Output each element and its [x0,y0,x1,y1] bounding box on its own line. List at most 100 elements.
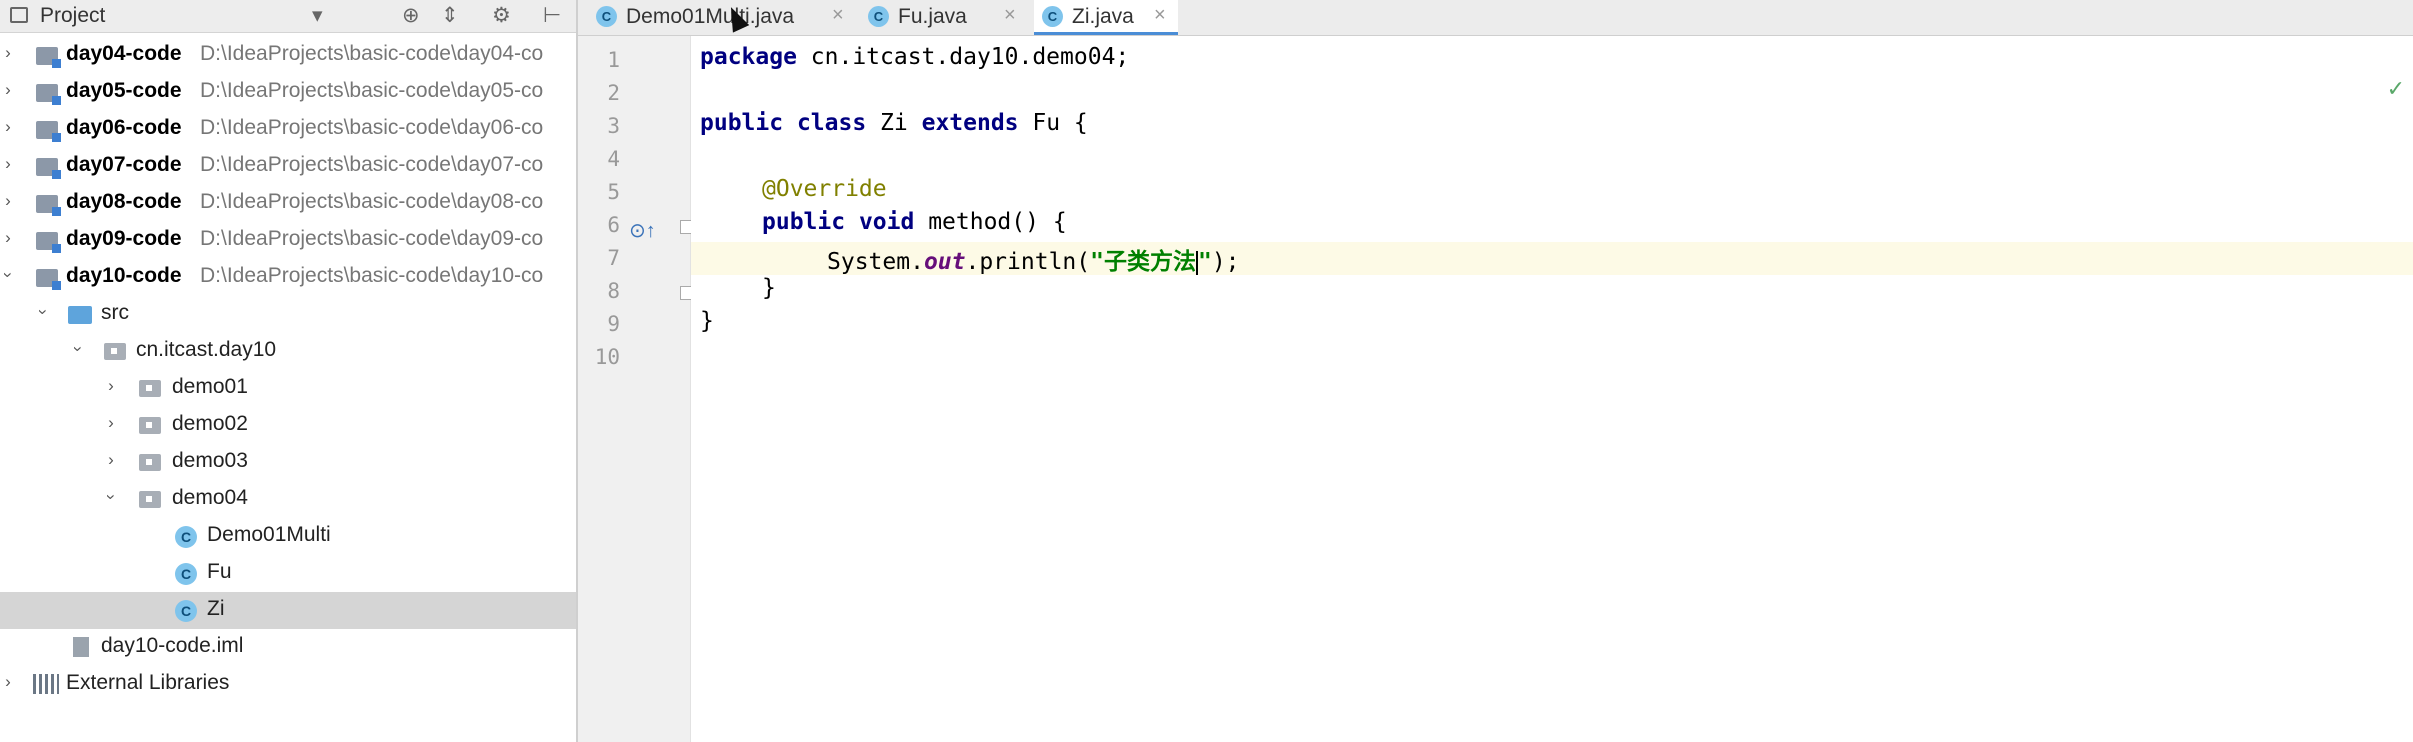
tree-item-package[interactable]: › cn.itcast.day10 [0,333,576,370]
target-icon[interactable]: ⊕ [402,3,420,28]
overrides-method-icon[interactable]: ⊙↑ [629,218,656,243]
close-icon[interactable]: × [832,4,844,27]
class-icon: C [868,6,889,27]
chevron-down-icon[interactable]: › [68,341,88,357]
tree-item-demo03[interactable]: › demo03 [0,444,576,481]
tree-item-class-fu[interactable]: C Fu [0,555,576,592]
module-name: day05-code [66,79,182,102]
chevron-right-icon[interactable]: › [103,376,119,396]
package-icon [139,454,161,471]
code-line: } [691,308,2413,341]
tree-item-day05-code[interactable]: › day05-code D:\IdeaProjects\basic-code\… [0,74,576,111]
tree-item-day07-code[interactable]: › day07-code D:\IdeaProjects\basic-code\… [0,148,576,185]
tree-item-day08-code[interactable]: › day08-code D:\IdeaProjects\basic-code\… [0,185,576,222]
module-name: day07-code [66,153,182,176]
code-text: public class Zi extends Fu { [700,110,1088,136]
module-name: day10-code [66,264,182,287]
gear-icon[interactable]: ⚙ [492,3,511,28]
module-icon [36,47,61,68]
keyword: package [700,44,797,70]
package-icon [104,343,126,360]
tree-item-label: cn.itcast.day10 [136,338,277,361]
tree-item-label: src [101,301,129,324]
chevron-right-icon[interactable]: › [0,43,16,63]
editor-gutter: 1 2 3 4 5 6 7 8 9 10 [578,36,694,742]
module-path: D:\IdeaProjects\basic-code\day10-co [200,264,544,287]
tree-item-day06-code[interactable]: › day06-code D:\IdeaProjects\basic-code\… [0,111,576,148]
class-icon: C [596,6,617,27]
chevron-right-icon[interactable]: › [0,117,16,137]
tree-item-class-zi[interactable]: C Zi [0,592,576,629]
keyword: class [796,110,867,136]
tree-item-external-libraries[interactable]: › External Libraries [0,666,576,703]
close-icon[interactable]: × [1004,4,1016,27]
static-field: out [923,249,966,275]
tab-zi[interactable]: C Zi.java × [1034,0,1178,35]
keyword: public [700,110,784,136]
line-number: 6 [607,213,620,237]
tree-item-day09-code[interactable]: › day09-code D:\IdeaProjects\basic-code\… [0,222,576,259]
code-text: } [700,308,714,334]
tree-item-day10-code[interactable]: › day10-code D:\IdeaProjects\basic-code\… [0,259,576,296]
tree-item-class-demo01multi[interactable]: C Demo01Multi [0,518,576,555]
chevron-right-icon[interactable]: › [103,413,119,433]
caret-down-icon[interactable]: ▾ [312,3,323,28]
project-tree: › day04-code D:\IdeaProjects\basic-code\… [0,37,576,703]
module-icon [36,121,61,142]
line-number: 7 [607,246,620,270]
code-text: } [762,275,776,301]
project-panel-title[interactable]: Project [40,4,105,28]
tab-label: Zi.java [1072,5,1134,28]
source-folder-icon [68,306,92,324]
tree-item-label: Zi [207,597,225,620]
iml-file-icon [73,637,89,657]
code-token: Fu { [1018,110,1088,136]
chevron-down-icon[interactable]: › [101,489,121,505]
code-editor[interactable]: package cn.itcast.day10.demo04; public c… [691,36,2413,742]
code-line: package cn.itcast.day10.demo04; [691,44,2413,77]
chevron-right-icon[interactable]: › [0,80,16,100]
tree-item-label: External Libraries [66,671,230,694]
tree-item-day04-code[interactable]: › day04-code D:\IdeaProjects\basic-code\… [0,37,576,74]
no-errors-check-icon[interactable]: ✓ [2387,76,2405,102]
module-icon [36,158,61,179]
line-number: 1 [607,48,620,72]
line-number: 4 [607,147,620,171]
tree-item-demo04[interactable]: › demo04 [0,481,576,518]
tree-item-demo02[interactable]: › demo02 [0,407,576,444]
tree-item-iml[interactable]: day10-code.iml [0,629,576,666]
module-icon [36,269,61,290]
chevron-right-icon[interactable]: › [0,154,16,174]
module-path: D:\IdeaProjects\basic-code\day05-co [200,79,544,102]
tree-item-label: day10-code.iml [101,634,244,657]
code-line: } [691,275,2413,308]
package-icon [139,380,161,397]
project-panel-header: Project ▾ ⊕ ⇕ ⚙ ⊢ [0,0,576,33]
tree-item-src[interactable]: › src [0,296,576,333]
module-path: D:\IdeaProjects\basic-code\day07-co [200,153,544,176]
line-number: 9 [607,312,620,336]
tab-demo01multi[interactable]: C Demo01Multi.java × [588,0,854,35]
code-text: System.out.println("子类方法"); [827,242,1240,276]
module-icon [36,195,61,216]
keyword: void [858,209,915,235]
chevron-down-icon[interactable]: › [33,304,53,320]
chevron-right-icon[interactable]: › [103,450,119,470]
code-text: @Override [762,176,887,202]
tab-label: Demo01Multi.java [626,5,795,28]
close-icon[interactable]: × [1154,4,1166,27]
chevron-right-icon[interactable]: › [0,191,16,211]
line-number: 2 [607,81,620,105]
tree-item-demo01[interactable]: › demo01 [0,370,576,407]
tab-fu[interactable]: C Fu.java × [860,0,1028,35]
code-line: public class Zi extends Fu { [691,110,2413,143]
collapse-all-icon[interactable]: ⇕ [441,3,459,28]
hide-panel-icon[interactable]: ⊢ [543,3,561,28]
code-line: @Override [691,176,2413,209]
chevron-right-icon[interactable]: › [0,672,16,692]
chevron-down-icon[interactable]: › [0,267,18,283]
code-text: package cn.itcast.day10.demo04; [700,44,1129,70]
line-number: 8 [607,279,620,303]
code-text: public void method() { [762,209,1067,235]
chevron-right-icon[interactable]: › [0,228,16,248]
